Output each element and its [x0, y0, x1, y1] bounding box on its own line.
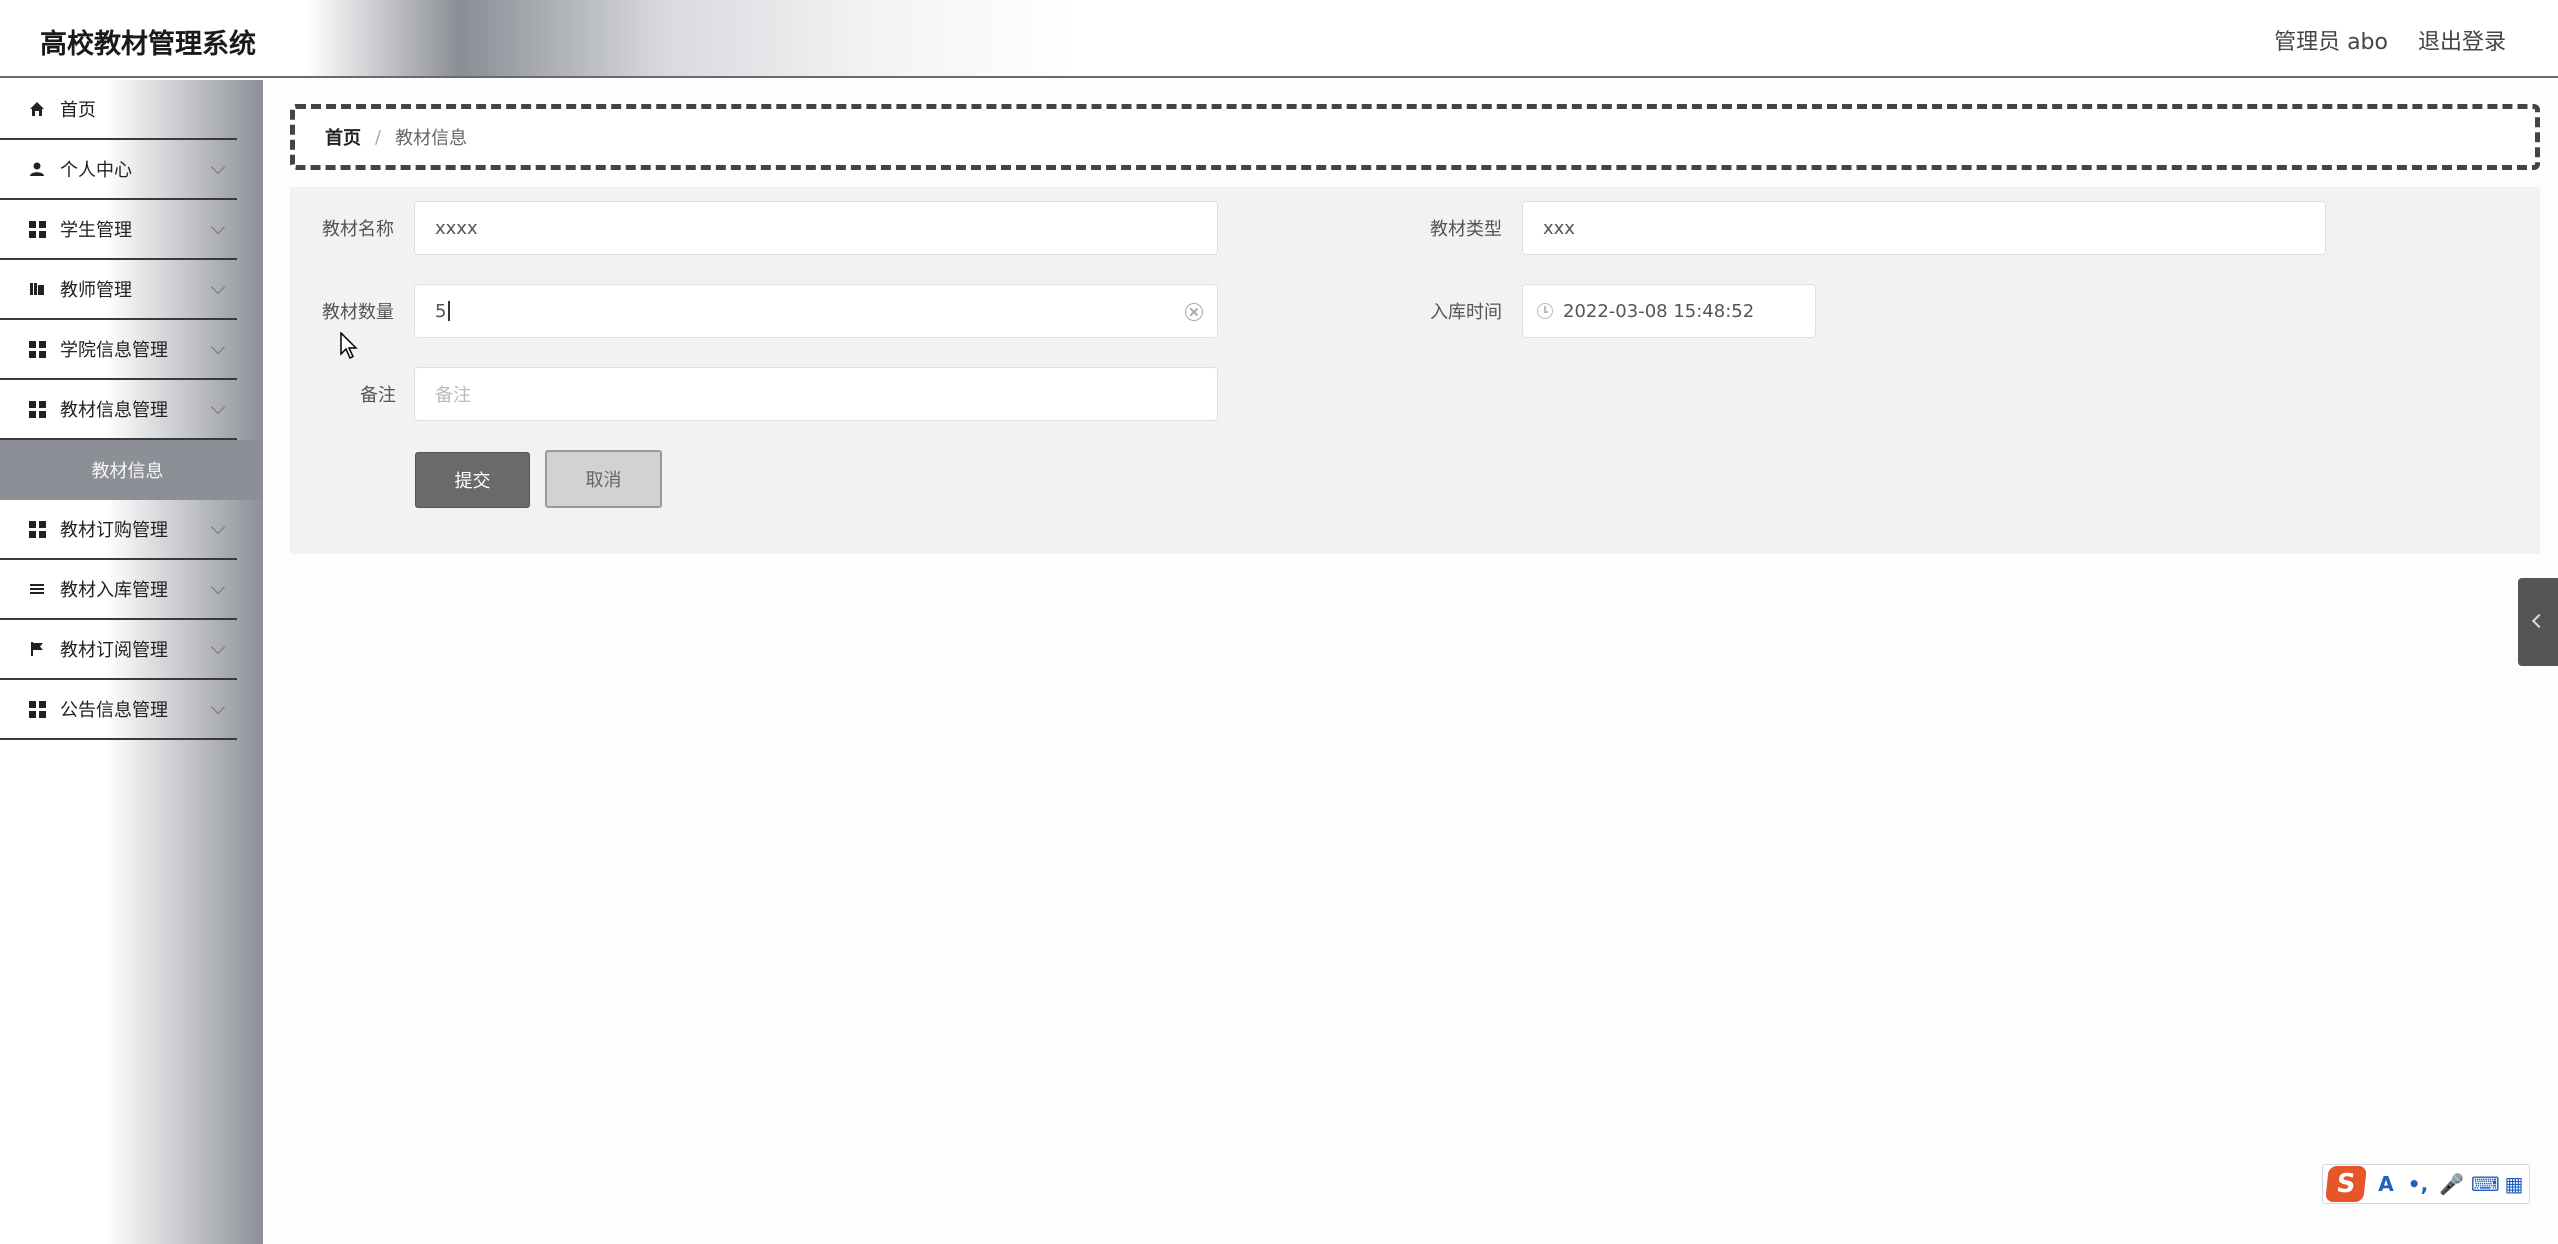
note-input[interactable]: 备注 [414, 367, 1218, 421]
textbook-form: 教材名称 xxxx 教材类型 xxx 教材数量 5 入库时间 2022-03-0… [290, 187, 2540, 554]
ime-punctuation-icon[interactable]: •, [2407, 1172, 2429, 1196]
grid-icon [28, 520, 46, 538]
breadcrumb-current: 教材信息 [395, 128, 468, 149]
home-icon [28, 100, 46, 118]
chevron-down-icon [210, 639, 226, 655]
grid-icon [28, 220, 46, 238]
textbook-type-value: xxx [1543, 217, 1575, 239]
top-header: 高校教材管理系统 管理员 abo 退出登录 [0, 0, 2558, 78]
breadcrumb: 首页 / 教材信息 [290, 104, 2540, 170]
stock-in-time-value: 2022-03-08 15:48:52 [1563, 300, 1755, 322]
textbook-name-value: xxxx [435, 217, 478, 239]
sidebar-item-label: 公告信息管理 [60, 700, 168, 721]
header-user-area: 管理员 abo 退出登录 [2274, 24, 2506, 56]
sidebar-item-personal-center[interactable]: 个人中心 [0, 140, 237, 200]
list-icon [28, 580, 46, 598]
ime-microphone-icon[interactable]: 🎤 [2439, 1172, 2464, 1196]
chevron-down-icon [210, 399, 226, 415]
grid-icon [28, 700, 46, 718]
stock-in-time-label: 入库时间 [1430, 302, 1502, 323]
chevron-down-icon [210, 159, 226, 175]
mouse-cursor-icon [340, 332, 358, 360]
clock-icon [1537, 303, 1553, 319]
textbook-quantity-label: 教材数量 [322, 302, 394, 323]
flag-icon [28, 640, 46, 658]
note-placeholder: 备注 [435, 385, 471, 406]
textbook-name-input[interactable]: xxxx [414, 201, 1218, 255]
chevron-down-icon [210, 699, 226, 715]
breadcrumb-home[interactable]: 首页 [325, 124, 361, 150]
submit-button[interactable]: 提交 [415, 452, 530, 508]
user-icon [28, 160, 46, 178]
chevron-down-icon [210, 219, 226, 235]
sidebar-item-home[interactable]: 首页 [0, 80, 237, 140]
textbook-name-label: 教材名称 [322, 219, 394, 240]
chevron-left-icon [2531, 613, 2547, 629]
sidebar-item-textbook-order[interactable]: 教材订购管理 [0, 500, 237, 560]
sidebar-item-student-management[interactable]: 学生管理 [0, 200, 237, 260]
grid-icon [28, 400, 46, 418]
ime-language-icon[interactable]: A [2375, 1172, 2397, 1196]
textbook-quantity-value: 5 [435, 300, 447, 322]
sidebar-menu-lower: 教材订购管理 教材入库管理 教材订阅管理 公告信息管理 [0, 500, 237, 740]
grid-icon [28, 340, 46, 358]
sidebar-item-label: 学院信息管理 [60, 340, 168, 361]
sogou-logo-icon[interactable]: S [2325, 1166, 2367, 1202]
sidebar-item-label: 教材入库管理 [60, 580, 168, 601]
text-caret [448, 301, 450, 321]
sidebar-menu: 首页 个人中心 学生管理 教师管理 学院信息管理 教材信息管理 [0, 80, 237, 440]
side-panel-toggle[interactable] [2518, 578, 2558, 666]
ime-keyboard-icon[interactable]: ⌨ [2471, 1172, 2500, 1196]
sidebar-item-label: 首页 [60, 100, 96, 121]
chevron-down-icon [210, 279, 226, 295]
sidebar-item-label: 学生管理 [60, 220, 132, 241]
sidebar-item-label: 教材订购管理 [60, 520, 168, 541]
sidebar-item-textbook-subscription[interactable]: 教材订阅管理 [0, 620, 237, 680]
app-title: 高校教材管理系统 [40, 29, 256, 60]
chevron-down-icon [210, 579, 226, 595]
sidebar-item-announcement[interactable]: 公告信息管理 [0, 680, 237, 740]
clear-icon[interactable] [1185, 303, 1203, 321]
sidebar-item-label: 教材信息管理 [60, 400, 168, 421]
logout-link[interactable]: 退出登录 [2418, 24, 2506, 56]
textbook-type-label: 教材类型 [1430, 219, 1502, 240]
sidebar-item-label: 教师管理 [60, 280, 132, 301]
ime-toolbox-icon[interactable]: ▦ [2503, 1172, 2525, 1196]
sidebar-item-teacher-management[interactable]: 教师管理 [0, 260, 237, 320]
note-label: 备注 [360, 385, 396, 406]
textbook-quantity-input[interactable]: 5 [414, 284, 1218, 338]
sidebar-item-textbook-info[interactable]: 教材信息管理 [0, 380, 237, 440]
sidebar-item-label: 个人中心 [60, 160, 132, 181]
cancel-button[interactable]: 取消 [545, 450, 662, 508]
ime-toolbar: S A •, 🎤 ⌨ ▦ [2322, 1164, 2530, 1204]
admin-user-label[interactable]: 管理员 abo [2274, 24, 2388, 56]
sidebar-item-textbook-stock-in[interactable]: 教材入库管理 [0, 560, 237, 620]
sidebar-item-college-info[interactable]: 学院信息管理 [0, 320, 237, 380]
book-icon [28, 280, 46, 298]
stock-in-time-picker[interactable]: 2022-03-08 15:48:52 [1522, 284, 1816, 338]
sidebar-item-label: 教材订阅管理 [60, 640, 168, 661]
textbook-type-input[interactable]: xxx [1522, 201, 2326, 255]
breadcrumb-separator: / [375, 126, 382, 148]
sidebar: 首页 个人中心 学生管理 教师管理 学院信息管理 教材信息管理 教材信息 教材订… [0, 80, 263, 1244]
sidebar-subitem-textbook-info[interactable]: 教材信息 [0, 440, 263, 500]
chevron-down-icon [210, 339, 226, 355]
chevron-down-icon [210, 519, 226, 535]
